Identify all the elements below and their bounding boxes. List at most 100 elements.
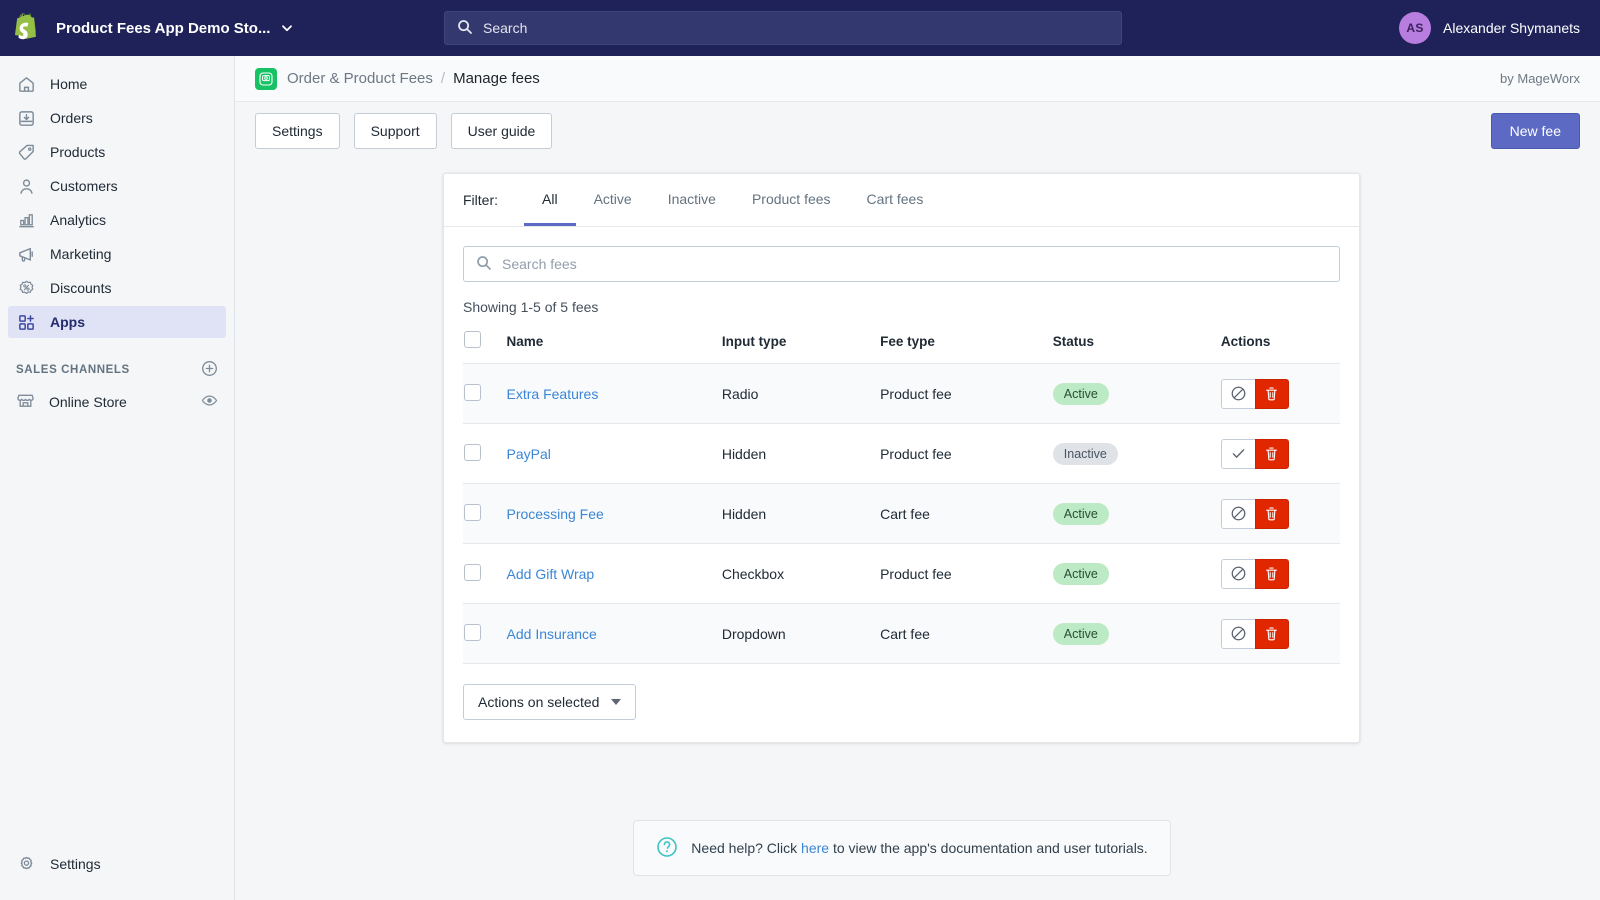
trash-icon[interactable] <box>1254 618 1289 649</box>
sidebar-item-orders[interactable]: Orders <box>8 102 226 134</box>
discount-percent-icon <box>16 278 36 298</box>
row-actions-cell <box>1220 363 1340 424</box>
tab-all[interactable]: All <box>524 174 576 226</box>
fee-name-link[interactable]: Processing Fee <box>507 506 604 522</box>
question-circle-icon <box>656 836 678 861</box>
caret-down-icon <box>611 699 622 705</box>
trash-icon[interactable] <box>1254 378 1289 409</box>
search-fees-input[interactable]: Search fees <box>463 246 1340 282</box>
sidebar-item-products[interactable]: Products <box>8 136 226 168</box>
status-badge: Active <box>1052 622 1109 645</box>
actions-on-selected-button[interactable]: Actions on selected <box>463 684 637 720</box>
row-name-cell: Add Gift Wrap <box>506 543 722 604</box>
row-select-cell <box>463 363 507 424</box>
plus-circle-icon[interactable] <box>201 360 218 380</box>
sidebar-nav: Home Orders Products Customers Analytics <box>0 56 234 338</box>
tab-active[interactable]: Active <box>576 174 650 226</box>
sidebar-item-label: Online Store <box>49 394 127 410</box>
select-all-checkbox[interactable] <box>464 331 481 348</box>
fee-name-link[interactable]: Add Gift Wrap <box>507 566 595 582</box>
status-badge: Active <box>1052 502 1109 525</box>
results-summary: Showing 1-5 of 5 fees <box>463 299 599 315</box>
table-row[interactable]: Processing Fee Hidden Cart fee Active <box>463 483 1340 544</box>
column-header-input-type: Input type <box>721 331 881 364</box>
trash-icon[interactable] <box>1254 558 1289 589</box>
new-fee-button[interactable]: New fee <box>1490 113 1580 149</box>
table-row[interactable]: PayPal Hidden Product fee Inactive <box>463 423 1340 484</box>
order-product-fees-app-icon <box>255 67 277 90</box>
trash-icon[interactable] <box>1254 498 1289 529</box>
orders-inbox-icon <box>16 108 36 128</box>
sales-channels-section: SALES CHANNELS <box>16 360 218 380</box>
sidebar-item-settings[interactable]: Settings <box>8 848 227 880</box>
bulk-actions-label: Actions on selected <box>478 694 600 710</box>
settings-button[interactable]: Settings <box>255 113 340 149</box>
fees-card-body: Search fees Showing 1-5 of 5 fees Name I… <box>444 227 1359 742</box>
global-search-input[interactable]: Search <box>444 11 1122 45</box>
sidebar-item-label: Marketing <box>50 246 112 262</box>
row-status-cell: Active <box>1052 483 1221 544</box>
page-toolbar: Settings Support User guide New fee <box>235 102 1600 160</box>
row-checkbox[interactable] <box>464 443 481 461</box>
trash-icon[interactable] <box>1254 438 1289 469</box>
sidebar-item-marketing[interactable]: Marketing <box>8 238 226 270</box>
enable-check-icon[interactable] <box>1220 438 1255 469</box>
sidebar-item-analytics[interactable]: Analytics <box>8 204 226 236</box>
row-checkbox[interactable] <box>464 563 481 581</box>
status-badge: Active <box>1052 562 1109 585</box>
sidebar-item-home[interactable]: Home <box>8 68 226 100</box>
row-fee-type: Cart fee <box>880 603 1053 664</box>
fees-table-body: Extra Features Radio Product fee Active <box>463 363 1340 664</box>
row-fee-type: Product fee <box>880 423 1053 484</box>
fees-card: Filter: All Active Inactive Product fees… <box>443 173 1360 743</box>
sidebar-item-label: Products <box>50 144 106 160</box>
store-switcher[interactable]: Product Fees App Demo Sto... <box>56 20 294 37</box>
disable-slash-circle-icon[interactable] <box>1220 618 1255 649</box>
analytics-bar-chart-icon <box>16 210 36 230</box>
search-icon <box>457 19 473 38</box>
user-menu[interactable]: AS Alexander Shymanets <box>1399 0 1580 56</box>
search-icon <box>476 255 492 274</box>
fee-name-link[interactable]: Extra Features <box>507 386 599 402</box>
sidebar-item-apps[interactable]: Apps <box>8 306 226 338</box>
help-documentation-link[interactable]: here <box>801 840 829 856</box>
sidebar-item-online-store[interactable]: Online Store <box>8 386 226 418</box>
sidebar-item-customers[interactable]: Customers <box>8 170 226 202</box>
tab-inactive[interactable]: Inactive <box>650 174 734 226</box>
row-checkbox[interactable] <box>464 623 481 641</box>
row-checkbox[interactable] <box>464 503 481 521</box>
sidebar-item-discounts[interactable]: Discounts <box>8 272 226 304</box>
row-input-type: Hidden <box>721 483 881 544</box>
fee-name-link[interactable]: Add Insurance <box>507 626 597 642</box>
apps-grid-plus-icon <box>16 312 36 332</box>
row-checkbox[interactable] <box>464 383 481 401</box>
table-row[interactable]: Add Gift Wrap Checkbox Product fee Activ… <box>463 543 1340 604</box>
row-status-cell: Active <box>1052 543 1221 604</box>
support-button[interactable]: Support <box>353 113 437 149</box>
table-row[interactable]: Extra Features Radio Product fee Active <box>463 363 1340 424</box>
status-badge: Inactive <box>1052 442 1118 465</box>
breadcrumb-app-link[interactable]: Order & Product Fees <box>287 70 433 87</box>
global-search-placeholder: Search <box>483 20 528 36</box>
disable-slash-circle-icon[interactable] <box>1220 498 1255 529</box>
row-name-cell: Add Insurance <box>506 603 722 664</box>
select-all-header <box>463 331 507 364</box>
tab-cart-fees[interactable]: Cart fees <box>849 174 942 226</box>
search-fees-placeholder: Search fees <box>502 256 577 272</box>
disable-slash-circle-icon[interactable] <box>1220 558 1255 589</box>
table-header-row: Name Input type Fee type Status Actions <box>463 331 1340 364</box>
fee-name-link[interactable]: PayPal <box>507 446 551 462</box>
storefront-icon <box>16 391 35 413</box>
row-action-group <box>1220 438 1340 469</box>
home-icon <box>16 74 36 94</box>
tab-product-fees[interactable]: Product fees <box>734 174 849 226</box>
table-row[interactable]: Add Insurance Dropdown Cart fee Active <box>463 603 1340 664</box>
row-input-type: Radio <box>721 363 881 424</box>
disable-slash-circle-icon[interactable] <box>1220 378 1255 409</box>
row-status-cell: Active <box>1052 363 1221 424</box>
row-fee-type: Product fee <box>880 363 1053 424</box>
user-guide-button[interactable]: User guide <box>450 113 553 149</box>
filter-tabs: Filter: All Active Inactive Product fees… <box>444 174 1359 227</box>
eye-icon[interactable] <box>201 392 218 412</box>
shopify-bag-icon[interactable] <box>0 0 56 56</box>
